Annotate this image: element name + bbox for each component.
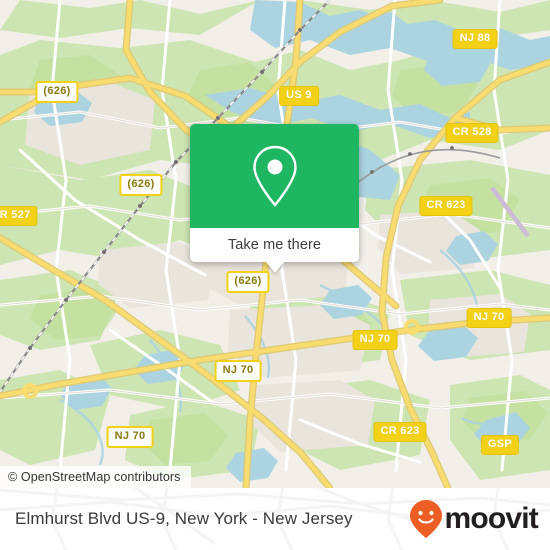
map-attribution[interactable]: © OpenStreetMap contributors <box>0 466 191 488</box>
road-shield: NJ 70 <box>352 330 398 350</box>
moovit-logo[interactable]: moovit <box>409 499 539 539</box>
road-shield: (626) <box>226 271 270 293</box>
map-page: NJ 88 US 9 (626) CR 528 (626) CR 623 CR 527 (62… <box>0 0 550 550</box>
moovit-smiley-pin-icon <box>410 500 443 538</box>
road-shield: (626) <box>119 174 163 196</box>
map-pin-icon <box>252 145 297 207</box>
road-shield: US 9 <box>279 86 319 106</box>
road-shield: CR 528 <box>445 123 499 143</box>
footer-content: Elmhurst Blvd US-9, New York - New Jerse… <box>0 488 550 550</box>
popup-action-bar[interactable]: Take me there <box>190 228 359 262</box>
road-shield: NJ 70 <box>106 426 154 448</box>
road-shield: NJ 70 <box>214 360 262 382</box>
road-shield: NJ 70 <box>466 308 512 328</box>
popup-image-area <box>190 124 359 228</box>
page-title: Elmhurst Blvd US-9, New York - New Jerse… <box>15 509 353 528</box>
take-me-there-label: Take me there <box>227 237 322 253</box>
footer-bar: Elmhurst Blvd US-9, New York - New Jerse… <box>0 488 550 550</box>
road-shield: (626) <box>35 81 79 103</box>
road-shield: GSP <box>480 435 520 455</box>
moovit-wordmark: moovit <box>444 502 538 535</box>
road-shield: NJ 88 <box>452 29 498 49</box>
road-shield: CR 623 <box>373 422 427 442</box>
road-shield: CR 527 <box>0 206 38 226</box>
road-shield: CR 623 <box>419 196 473 216</box>
popup-pointer-tail <box>265 262 284 273</box>
location-popup-card[interactable]: Take me there <box>190 124 359 273</box>
